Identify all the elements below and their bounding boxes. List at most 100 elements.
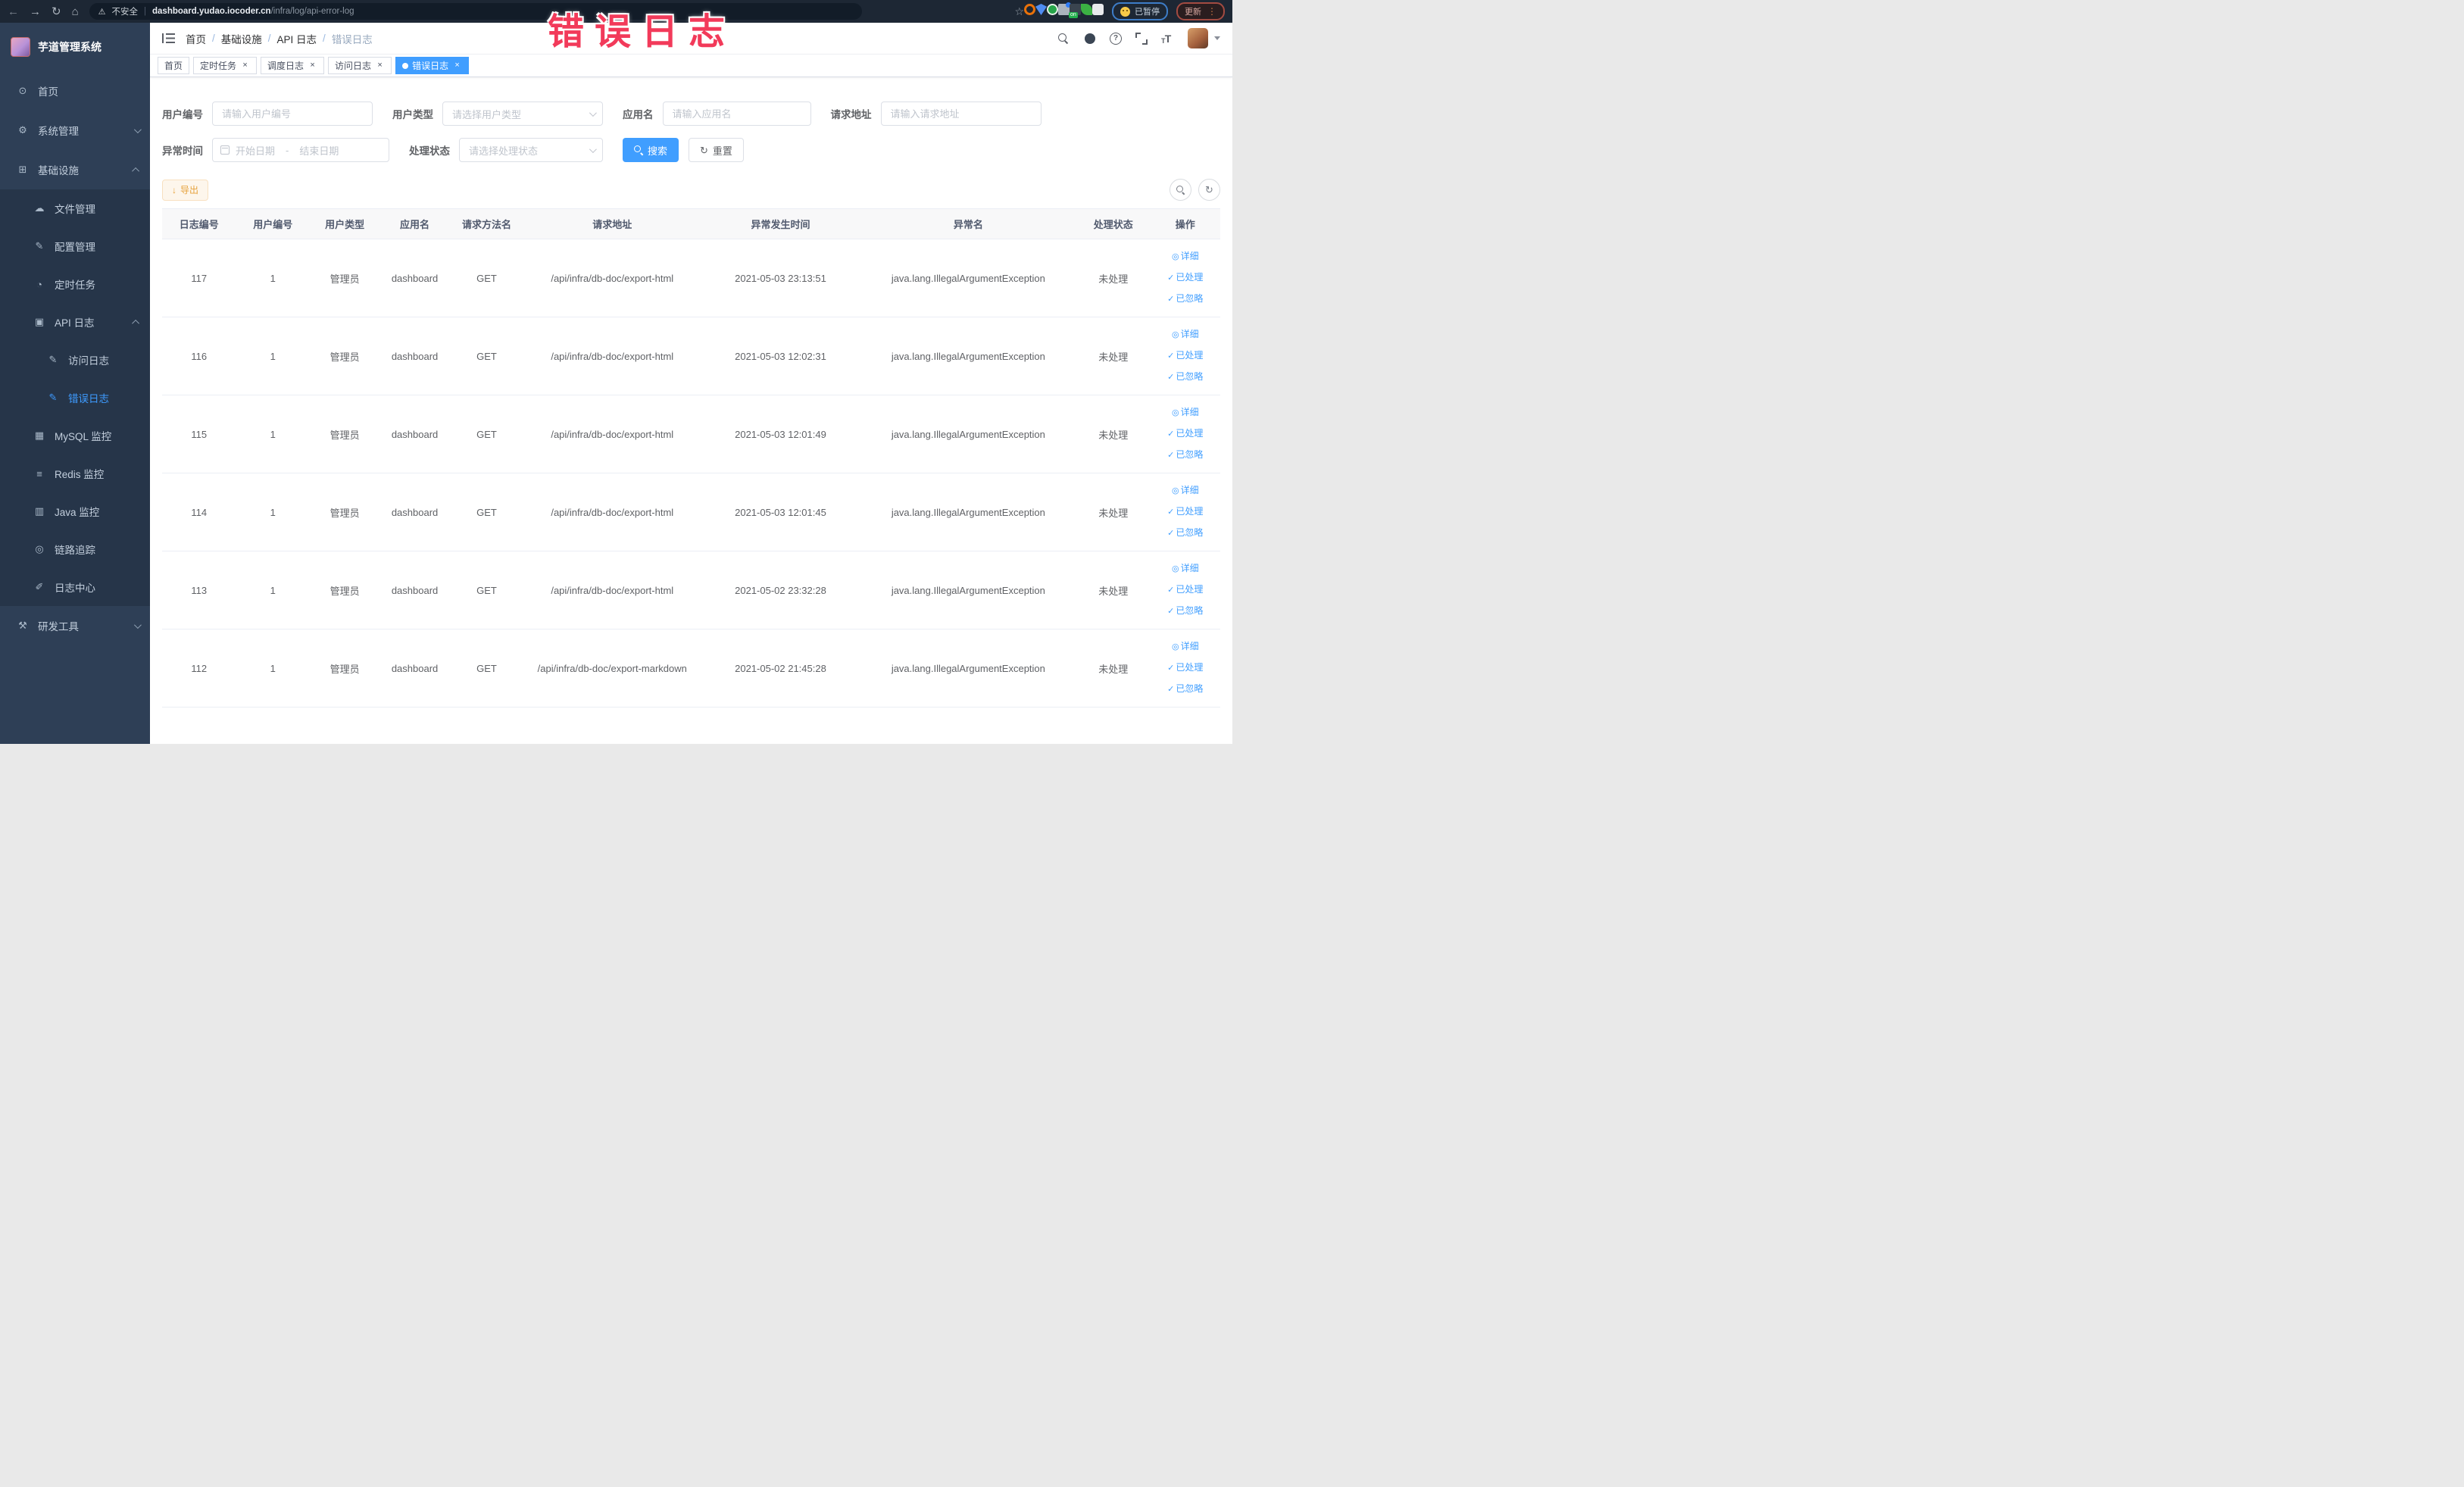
sidebar-item-job[interactable]: ◔ 定时任务 [0,265,150,303]
sidebar-item-config[interactable]: ✎ 配置管理 [0,227,150,265]
close-icon[interactable]: × [452,61,462,70]
help-icon[interactable]: ? [1110,32,1122,45]
eye-icon: ◎ [1171,564,1179,573]
browser-back-button[interactable]: ← [8,6,19,17]
reset-button[interactable]: ↻ 重置 [689,138,744,162]
detail-link[interactable]: ◎ 详细 [1151,636,1220,658]
error-log-table: 日志编号 用户编号 用户类型 应用名 请求方法名 请求地址 异常发生时间 异常名 处理状态 操作 … [162,208,1220,708]
breadcrumb-separator: / [267,33,271,44]
extension-green-badge-icon[interactable] [1047,4,1058,15]
breadcrumb-api-log[interactable]: API 日志 [277,31,317,46]
eye-icon: ◎ [1171,486,1179,495]
search-icon[interactable] [1057,32,1070,45]
toggle-search-button[interactable] [1170,179,1191,201]
chevron-down-icon [133,620,142,629]
sidebar-item-infra[interactable]: ⊞ 基础设施 [0,150,150,189]
browser-reload-button[interactable]: ↻ [52,6,61,17]
refresh-icon: ↻ [700,144,708,156]
extension-grid-icon[interactable] [1058,2,1071,15]
check-icon: ✓ [1167,273,1175,283]
github-icon[interactable] [1083,32,1097,45]
sidebar-item-api-log[interactable]: ▣ API 日志 [0,303,150,341]
cell-request-url: /api/infra/db-doc/export-html [523,317,701,395]
browser-home-button[interactable]: ⌂ [72,6,79,17]
cell-request-url: /api/infra/db-doc/export-html [523,239,701,317]
sidebar-item-home[interactable]: ⊙ 首页 [0,71,150,111]
tab[interactable]: 调度日志 × [261,57,325,74]
app-logo[interactable]: 芋道管理系统 [0,23,150,71]
cell-method: GET [449,395,524,473]
browser-update-button[interactable]: 更新 ⋮ [1176,2,1225,20]
filter-status: 处理状态 请选择处理状态 [409,138,603,162]
breadcrumb-home[interactable]: 首页 [186,31,206,46]
mark-processed-link[interactable]: ✓ 已处理 [1151,267,1220,289]
extension-leaf-icon[interactable] [1081,4,1092,15]
breadcrumb-infra[interactable]: 基础设施 [221,31,262,46]
paused-profile-badge[interactable]: 已暂停 [1112,2,1168,20]
sidebar-item-access-log[interactable]: ✎ 访问日志 [0,341,150,379]
sidebar-item-redis[interactable]: ≡ Redis 监控 [0,455,150,492]
tab[interactable]: 首页 [158,57,190,74]
chevron-up-icon [132,319,140,327]
mark-processed-link[interactable]: ✓ 已处理 [1151,658,1220,679]
browser-menu-icon[interactable]: ⋮ [1207,6,1216,17]
mark-processed-link[interactable]: ✓ 已处理 [1151,345,1220,367]
user-type-select[interactable]: 请选择用户类型 [442,102,603,126]
sidebar-item-system[interactable]: ⚙ 系统管理 [0,111,150,150]
search-icon [1176,185,1185,195]
sidebar-collapse-icon[interactable] [162,33,175,43]
gear-icon: ⚙ [18,124,27,136]
bookmark-star-icon[interactable]: ☆ [1014,6,1024,17]
user-avatar[interactable] [1188,28,1208,48]
user-menu-caret-icon[interactable] [1214,36,1220,40]
date-range-picker[interactable]: 开始日期 - 结束日期 [212,138,389,162]
sidebar-item-file[interactable]: ☁ 文件管理 [0,189,150,227]
detail-link[interactable]: ◎ 详细 [1151,324,1220,345]
overlay-annotation-text: 错误日志 [548,12,736,52]
cell-log-id: 115 [162,395,236,473]
mark-processed-link[interactable]: ✓ 已处理 [1151,423,1220,445]
extension-shield-icon[interactable] [1035,4,1047,15]
mark-ignored-link[interactable]: ✓ 已忽略 [1151,523,1220,544]
status-select[interactable]: 请选择处理状态 [459,138,603,162]
refresh-table-button[interactable]: ↻ [1198,179,1220,201]
close-icon[interactable]: × [375,61,385,70]
sidebar-item-mysql[interactable]: ▦ MySQL 监控 [0,417,150,455]
extensions-puzzle-icon[interactable] [1092,4,1104,15]
detail-link[interactable]: ◎ 详细 [1151,402,1220,423]
mark-ignored-link[interactable]: ✓ 已忽略 [1151,679,1220,700]
search-button[interactable]: 搜索 [623,138,679,162]
close-icon[interactable]: × [308,61,317,70]
address-bar[interactable]: ⚠ 不安全 | dashboard.yudao.iocoder.cn/infra… [89,3,862,20]
mark-ignored-link[interactable]: ✓ 已忽略 [1151,601,1220,622]
detail-link[interactable]: ◎ 详细 [1151,246,1220,267]
mark-processed-link[interactable]: ✓ 已处理 [1151,501,1220,523]
user-id-input[interactable] [212,102,373,126]
check-icon: ✓ [1167,685,1175,694]
sidebar-item-error-log[interactable]: ✎ 错误日志 [0,379,150,417]
sidebar-item-devtools[interactable]: ⚒ 研发工具 [0,606,150,645]
request-url-input[interactable] [880,102,1042,126]
close-icon[interactable]: × [240,61,250,70]
tab[interactable]: 访问日志 × [328,57,392,74]
export-button[interactable]: ↓ 导出 [162,179,209,201]
mark-processed-link[interactable]: ✓ 已处理 [1151,579,1220,601]
cell-exception-name: java.lang.IllegalArgumentException [860,317,1077,395]
table-row: 113 1 管理员 dashboard GET /api/infra/db-do… [162,551,1220,629]
detail-link[interactable]: ◎ 详细 [1151,480,1220,501]
sidebar-item-trace[interactable]: ◎ 链路追踪 [0,530,150,568]
font-size-icon[interactable]: T [1161,32,1175,45]
tab[interactable]: 错误日志 × [395,57,470,74]
fullscreen-icon[interactable] [1135,32,1148,45]
extension-orange-ring-icon[interactable] [1024,4,1035,15]
browser-forward-button[interactable]: → [30,6,41,17]
detail-link[interactable]: ◎ 详细 [1151,558,1220,579]
mark-ignored-link[interactable]: ✓ 已忽略 [1151,289,1220,310]
sidebar-item-java[interactable]: ▥ Java 监控 [0,492,150,530]
extension-onoff-icon[interactable] [1069,4,1081,18]
mark-ignored-link[interactable]: ✓ 已忽略 [1151,445,1220,466]
tab[interactable]: 定时任务 × [193,57,258,74]
app-name-input[interactable] [662,102,811,126]
mark-ignored-link[interactable]: ✓ 已忽略 [1151,367,1220,388]
sidebar-item-log-center[interactable]: ✐ 日志中心 [0,568,150,606]
